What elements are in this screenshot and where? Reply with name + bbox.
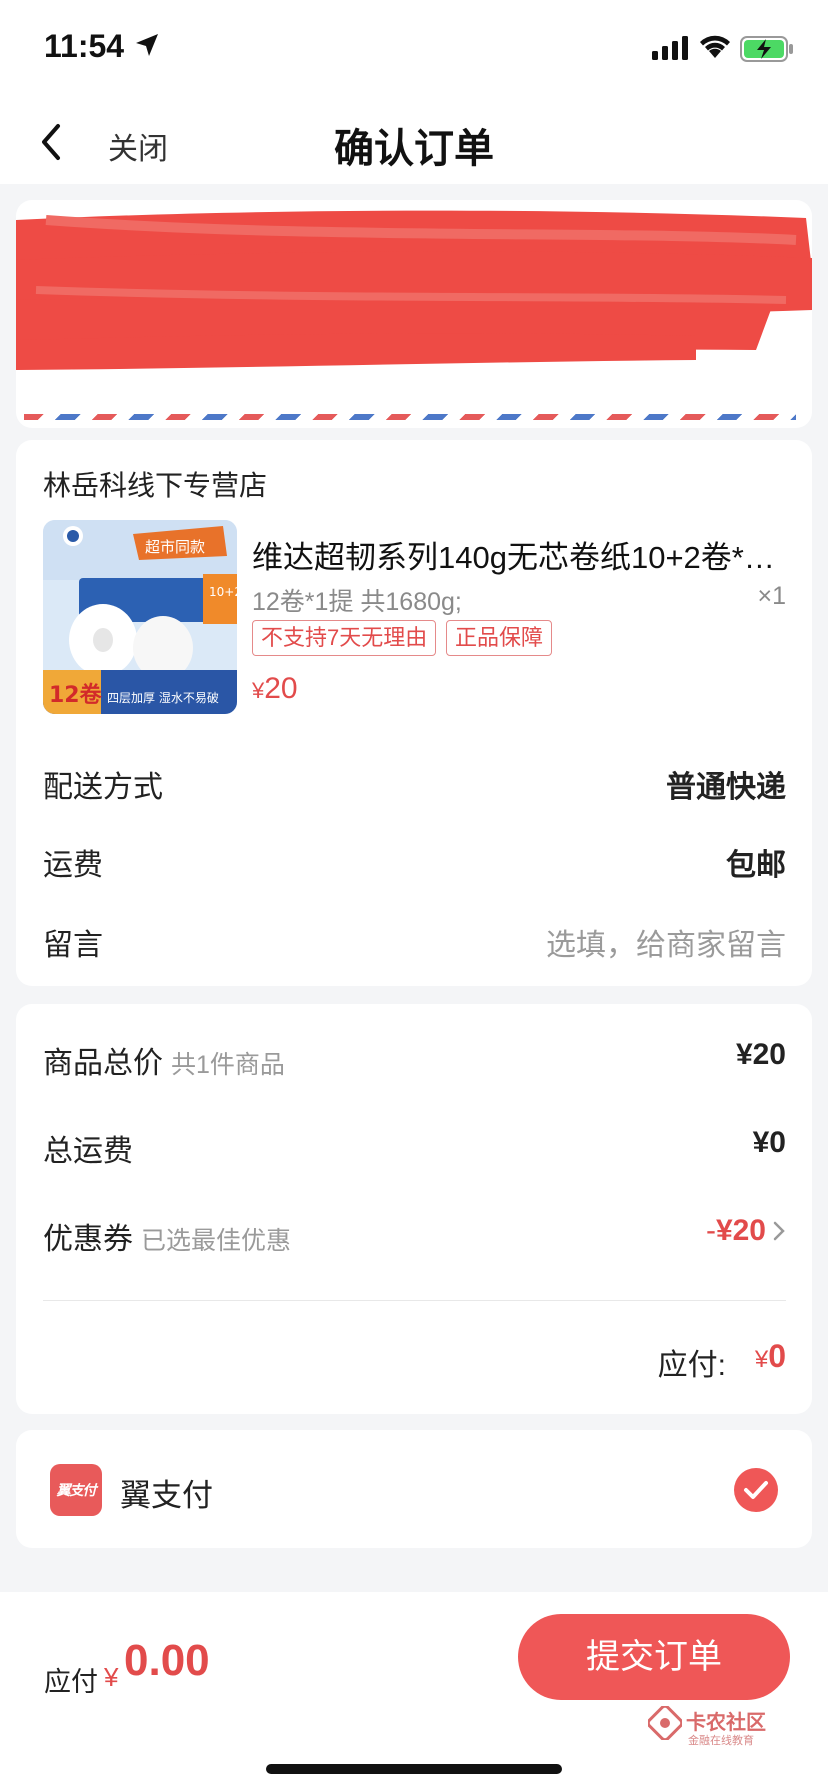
product-title[interactable]: 维达超韧系列140g无芯卷纸10+2卷*1提 xyxy=(252,532,792,577)
submit-order-button[interactable]: 提交订单 xyxy=(518,1614,790,1700)
battery-charging-icon xyxy=(740,36,793,62)
divider xyxy=(43,1300,786,1301)
page-title: 确认订单 xyxy=(334,127,494,171)
product-thumbnail-graphic: 超市同款 10+2 12卷 四层加厚 湿水不易破 xyxy=(43,520,237,714)
watermark: 卡农社区 金融在线教育 xyxy=(648,1704,798,1754)
payable-amount: ¥0 xyxy=(755,1338,786,1375)
svg-text:四层加厚 湿水不易破: 四层加厚 湿水不易破 xyxy=(107,690,219,705)
watermark-subtitle: 金融在线教育 xyxy=(688,1735,754,1747)
bottom-payable-amount: 0.00 xyxy=(124,1636,210,1685)
bottom-action-bar: 应付 ¥ 0.00 提交订单 卡农社区 金融在线教育 xyxy=(0,1592,828,1792)
svg-text:超市同款: 超市同款 xyxy=(145,538,205,556)
coupon-row[interactable]: 优惠券 已选最佳优惠 xyxy=(43,1214,291,1258)
payable-label: 应付: xyxy=(657,1349,726,1382)
redaction-scribble xyxy=(16,210,812,370)
chevron-right-icon xyxy=(773,1221,785,1241)
home-indicator xyxy=(266,1764,562,1774)
payable-value: 0 xyxy=(768,1338,786,1374)
svg-text:12卷: 12卷 xyxy=(49,682,103,708)
mail-stripe-divider xyxy=(24,414,796,420)
delivery-method-label: 配送方式 xyxy=(43,771,163,804)
order-card: 林岳科线下专营店 超市同款 10+2 12卷 四层加厚 湿水不易破 维达超韧系列… xyxy=(16,440,812,986)
coupon-amount: ¥20 xyxy=(715,1214,766,1247)
watermark-logo-icon xyxy=(648,1706,682,1740)
message-label: 留言 xyxy=(43,929,103,962)
shop-name[interactable]: 林岳科线下专营店 xyxy=(43,464,267,504)
coupon-hint: 已选最佳优惠 xyxy=(141,1227,292,1255)
coupon-value[interactable]: -¥20 xyxy=(706,1214,786,1248)
status-bar: 11:54 xyxy=(0,0,828,100)
product-image[interactable]: 超市同款 10+2 12卷 四层加厚 湿水不易破 xyxy=(43,520,237,714)
goods-total-label: 商品总价 xyxy=(43,1047,163,1080)
currency-symbol: ¥ xyxy=(104,1662,119,1692)
total-shipping-label: 总运费 xyxy=(43,1135,133,1168)
shipping-fee-label: 运费 xyxy=(43,849,103,882)
product-quantity: ×1 xyxy=(757,582,786,610)
product-price: ¥20 xyxy=(252,672,298,706)
payment-method-name: 翼支付 xyxy=(120,1478,213,1513)
status-time: 11:54 xyxy=(44,28,125,64)
goods-total-row: 商品总价 共1件商品 xyxy=(43,1038,285,1082)
message-input[interactable]: 选填，给商家留言 xyxy=(546,920,786,964)
address-card[interactable]: 湖 湖 xyxy=(16,200,812,428)
service-tag: 不支持7天无理由 xyxy=(252,620,437,656)
coupon-minus-sign: - xyxy=(705,1214,716,1247)
price-summary-card: 商品总价 共1件商品 ¥20 总运费 ¥0 优惠券 已选最佳优惠 -¥20 应付: … xyxy=(16,1004,812,1414)
price-value: 20 xyxy=(264,672,298,705)
goods-total-value: ¥20 xyxy=(735,1038,786,1071)
currency-symbol: ¥ xyxy=(754,1346,769,1373)
svg-text:10+2: 10+2 xyxy=(209,585,237,599)
cellular-signal-icon xyxy=(652,36,688,60)
service-tag: 正品保障 xyxy=(446,620,553,656)
bottom-payable-label: 应付 xyxy=(44,1667,98,1697)
payment-method-card[interactable]: 翼支付 翼支付 xyxy=(16,1430,812,1548)
total-shipping-value: ¥0 xyxy=(752,1126,786,1159)
wing-pay-logo-icon: 翼支付 xyxy=(50,1464,102,1516)
location-arrow-icon xyxy=(136,34,158,56)
currency-symbol: ¥ xyxy=(252,678,265,703)
goods-count-hint: 共1件商品 xyxy=(171,1051,285,1079)
navigation-bar: 关闭 确认订单 xyxy=(0,100,828,184)
selected-check-icon[interactable] xyxy=(734,1468,778,1512)
coupon-label: 优惠券 xyxy=(43,1223,133,1256)
delivery-method-value[interactable]: 普通快递 xyxy=(666,762,786,806)
product-spec: 12卷*1提 共1680g; xyxy=(252,588,462,616)
wifi-icon xyxy=(700,35,730,58)
watermark-title: 卡农社区 xyxy=(686,1712,766,1734)
shipping-fee-value: 包邮 xyxy=(726,849,786,882)
